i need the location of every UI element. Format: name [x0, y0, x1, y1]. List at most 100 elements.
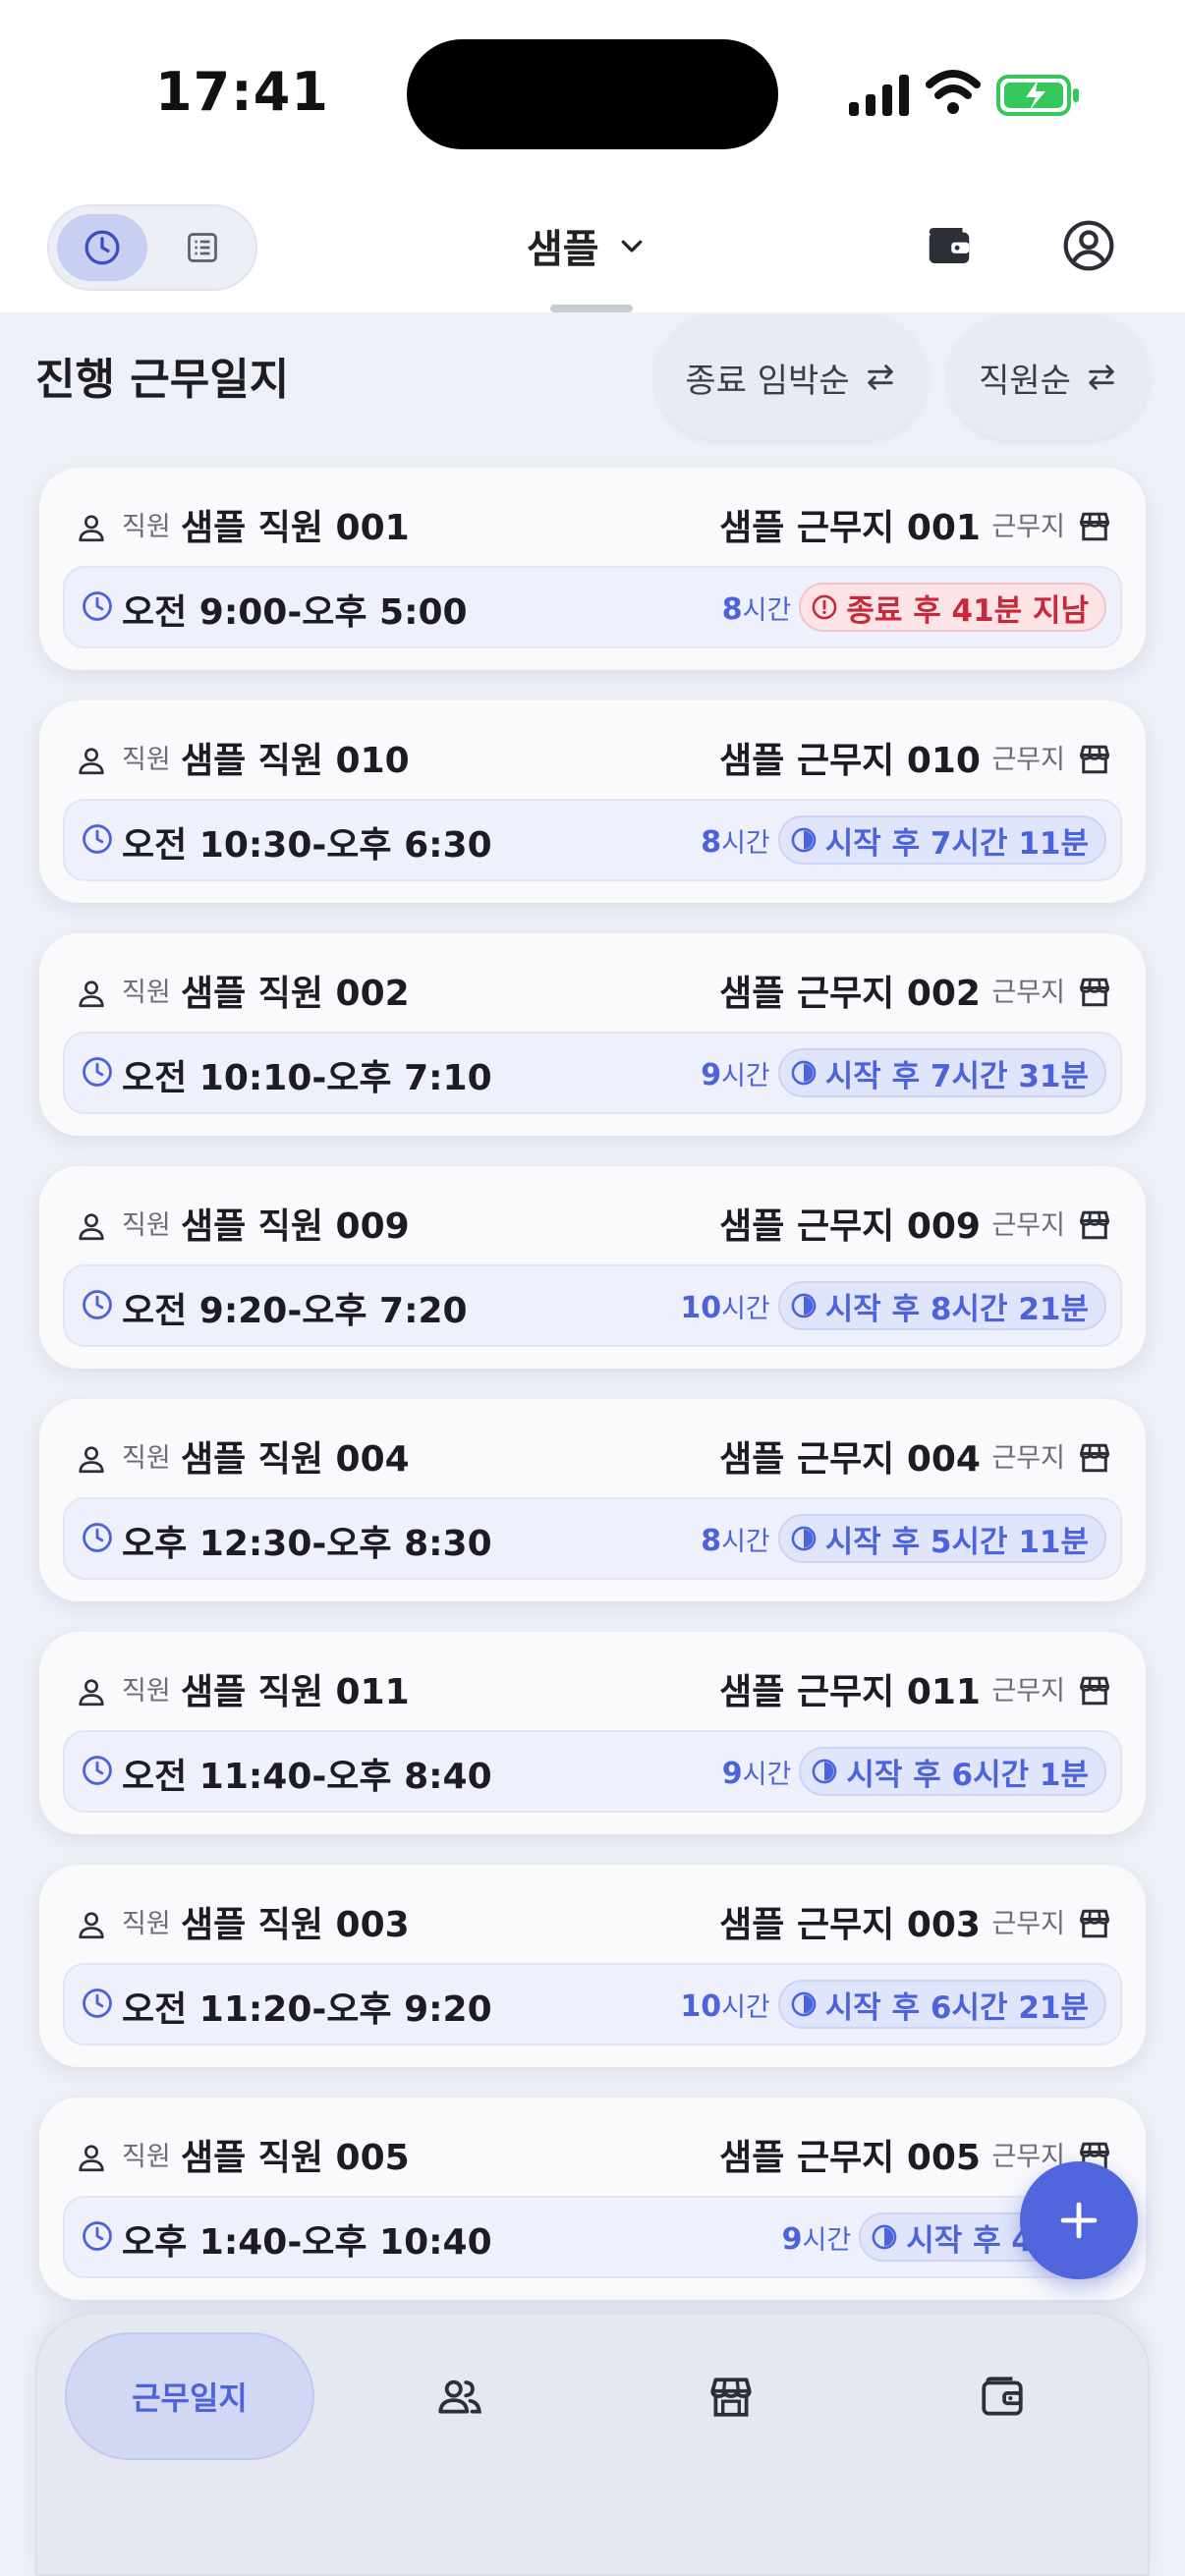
clock-icon	[81, 589, 114, 623]
site-name: 샘플 근무지 001	[719, 508, 981, 548]
clock-view-button[interactable]	[57, 214, 147, 281]
employee-label: 직원	[122, 745, 171, 775]
list-view-button[interactable]	[157, 214, 248, 281]
worklog-card[interactable]: 직원 샘플 직원 010 샘플 근무지 010 근무지 오전 10:30-오후 6:30…	[39, 700, 1146, 903]
employee-label: 직원	[122, 512, 171, 542]
worklog-card[interactable]: 직원 샘플 직원 005 샘플 근무지 005 근무지 오후 1:40-오후 10:40…	[39, 2098, 1146, 2300]
duration-unit: 시간	[802, 2224, 852, 2256]
bottom-nav: 근무일지	[35, 2313, 1150, 2576]
worklog-card[interactable]: 직원 샘플 직원 002 샘플 근무지 002 근무지 오전 10:10-오후 7:10…	[39, 933, 1146, 1136]
employee-name: 샘플 직원 003	[181, 1905, 410, 1945]
shift-row: 오전 10:30-오후 6:30 8시간 시작 후 7시간 11분	[63, 799, 1122, 881]
duration-number: 8	[721, 591, 743, 627]
person-icon	[75, 2141, 108, 2174]
status-badge: 시작 후 7시간 11분	[777, 815, 1106, 865]
duration-number: 9	[701, 1057, 722, 1092]
clock-icon	[81, 1521, 114, 1554]
shift-badges: 8시간 시작 후 7시간 11분	[701, 813, 1106, 867]
status-badge: 시작 후 5시간 11분	[777, 1514, 1106, 1563]
shift-duration: 9시간	[722, 1753, 792, 1791]
wifi-icon	[926, 70, 981, 114]
card-header: 직원 샘플 직원 002 샘플 근무지 002 근무지	[39, 933, 1146, 1037]
worklog-card[interactable]: 직원 샘플 직원 001 샘플 근무지 001 근무지 오전 9:00-오후 5:00 8…	[39, 468, 1146, 670]
person-icon	[75, 744, 108, 777]
employee-name: 샘플 직원 002	[181, 974, 410, 1014]
add-worklog-button[interactable]	[1020, 2161, 1138, 2279]
duration-number: 9	[721, 1756, 743, 1791]
site-name: 샘플 근무지 005	[719, 2138, 981, 2178]
store-icon	[1077, 975, 1112, 1010]
status-text: 시작 후 5시간 11분	[824, 1524, 1089, 1560]
clock-icon	[81, 1055, 114, 1089]
shift-duration: 8시간	[701, 1520, 770, 1558]
employee-label: 직원	[122, 978, 171, 1008]
clock-icon	[81, 822, 114, 856]
shift-hours: 오후 1:40-오후 10:40	[122, 2222, 492, 2263]
card-header: 직원 샘플 직원 011 샘플 근무지 011 근무지	[39, 1632, 1146, 1736]
employee-name: 샘플 직원 010	[181, 741, 410, 781]
site-name: 샘플 근무지 003	[719, 1905, 981, 1945]
shift-badges: 8시간 시작 후 5시간 11분	[701, 1512, 1106, 1565]
profile-button[interactable]	[1057, 214, 1120, 277]
duration-unit: 시간	[721, 1060, 770, 1092]
nav-worklog-tab[interactable]: 근무일지	[65, 2332, 314, 2460]
shift-row: 오전 11:40-오후 8:40 9시간 시작 후 6시간 1분	[63, 1730, 1122, 1813]
site-name: 샘플 근무지 009	[719, 1206, 981, 1247]
employee-label: 직원	[122, 1676, 171, 1707]
store-icon	[1077, 1673, 1112, 1708]
nav-sites-tab[interactable]	[704, 2370, 759, 2425]
duration-number: 9	[781, 2221, 803, 2257]
store-icon	[1077, 509, 1112, 544]
status-text: 시작 후 7시간 11분	[824, 825, 1089, 862]
site-label: 근무지	[991, 512, 1065, 542]
shift-hours: 오전 9:00-오후 5:00	[122, 592, 468, 633]
dynamic-island	[407, 39, 778, 149]
section-title: 진행 근무일지	[35, 355, 290, 405]
shift-hours: 오전 11:40-오후 8:40	[122, 1757, 492, 1797]
progress-icon	[790, 1292, 818, 1319]
duration-unit: 시간	[721, 1526, 770, 1557]
sort-by-end-button[interactable]: 종료 임박순	[654, 314, 928, 440]
clock-icon	[81, 2219, 114, 2253]
site-label: 근무지	[991, 1443, 1065, 1474]
view-toggle	[47, 204, 257, 291]
swap-arrows-icon	[1089, 364, 1114, 390]
wallet-button[interactable]	[918, 214, 981, 277]
nav-payroll-tab[interactable]	[975, 2370, 1030, 2425]
person-icon	[75, 1908, 108, 1941]
person-icon	[75, 977, 108, 1010]
worklog-card[interactable]: 직원 샘플 직원 004 샘플 근무지 004 근무지 오후 12:30-오후 8:30…	[39, 1399, 1146, 1601]
workspace-selector[interactable]: 샘플	[527, 216, 647, 275]
worklog-card[interactable]: 직원 샘플 직원 009 샘플 근무지 009 근무지 오전 9:20-오후 7:20 1…	[39, 1166, 1146, 1369]
nav-worklog-label: 근무일지	[132, 2380, 248, 2417]
duration-unit: 시간	[721, 1991, 770, 2023]
card-header: 직원 샘플 직원 010 샘플 근무지 010 근무지	[39, 700, 1146, 805]
status-text: 시작 후 8시간 21분	[824, 1291, 1089, 1327]
shift-duration: 8시간	[701, 821, 770, 860]
alert-circle-icon	[811, 593, 838, 621]
swap-arrows-icon	[867, 364, 893, 390]
shift-hours: 오전 10:30-오후 6:30	[122, 825, 492, 866]
store-icon	[710, 2378, 752, 2417]
card-header: 직원 샘플 직원 003 샘플 근무지 003 근무지	[39, 1865, 1146, 1969]
employee-label: 직원	[122, 1909, 171, 1939]
worklog-card[interactable]: 직원 샘플 직원 011 샘플 근무지 011 근무지 오전 11:40-오후 8:40…	[39, 1632, 1146, 1834]
site-label: 근무지	[991, 978, 1065, 1008]
site-label: 근무지	[991, 1909, 1065, 1939]
progress-icon	[790, 1990, 818, 2018]
shift-badges: 9시간 시작 후 6시간 1분	[722, 1745, 1106, 1798]
duration-number: 10	[680, 1290, 722, 1325]
status-badge: 시작 후 6시간 21분	[777, 1980, 1106, 2029]
nav-employees-tab[interactable]	[432, 2370, 487, 2425]
site-label: 근무지	[991, 745, 1065, 775]
worklog-card[interactable]: 직원 샘플 직원 003 샘플 근무지 003 근무지오전 11:20-오후 9:20…	[39, 1865, 1146, 2067]
employee-label: 직원	[122, 1210, 171, 1241]
sort-by-end-label: 종료 임박순	[685, 361, 850, 401]
clock-icon	[81, 1288, 114, 1321]
shift-row: 오전 10:10-오후 7:10 9시간 시작 후 7시간 31분	[63, 1032, 1122, 1114]
sort-by-employee-button[interactable]: 직원순	[947, 314, 1150, 440]
clock-icon	[85, 230, 120, 265]
shift-row: 오전 11:20-오후 9:20 10시간 시작 후 6시간 21분	[63, 1963, 1122, 2045]
employee-name: 샘플 직원 004	[181, 1439, 410, 1480]
shift-badges: 10시간 시작 후 6시간 21분	[680, 1978, 1106, 2031]
